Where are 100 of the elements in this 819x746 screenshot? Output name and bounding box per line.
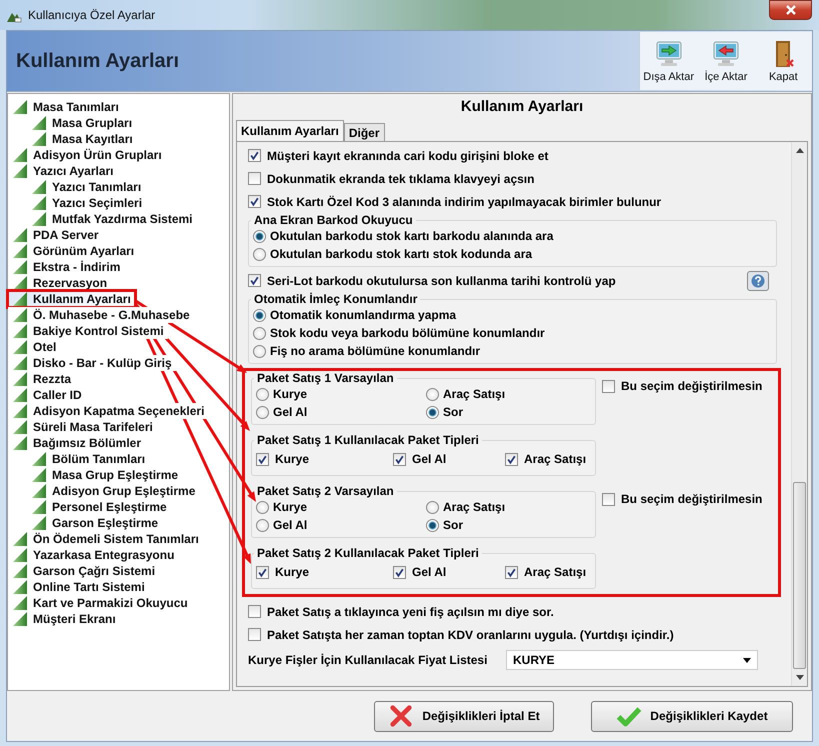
help-button[interactable] — [747, 270, 769, 290]
triangle-icon — [13, 564, 27, 578]
group-title: Otomatik İmleç Konumlandır — [253, 292, 418, 306]
triangle-icon — [13, 404, 27, 418]
radio-label: Otomatik konumlandırma yapma — [270, 308, 456, 322]
checkbox[interactable] — [248, 149, 261, 162]
triangle-icon — [13, 356, 27, 370]
group-title: Paket Satış 1 Kullanılacak Paket Tipleri — [256, 433, 480, 447]
radio-button[interactable] — [253, 248, 266, 260]
scroll-up-icon — [796, 148, 804, 153]
triangle-icon — [13, 308, 27, 322]
checkbox-label: Araç Satışı — [524, 565, 586, 579]
checkbox[interactable] — [248, 274, 261, 287]
radio-button[interactable] — [426, 518, 439, 532]
triangle-icon — [13, 532, 27, 546]
checkbox[interactable] — [505, 452, 518, 466]
triangle-icon — [32, 196, 46, 210]
checkbox[interactable] — [256, 452, 269, 466]
checkbox[interactable] — [393, 566, 406, 578]
scroll-down-icon — [796, 675, 804, 680]
checkbox-label: Kurye — [275, 452, 310, 466]
page-title: Kullanım Ayarları — [15, 50, 180, 72]
field-label: Kurye Fişler İçin Kullanılacak Fiyat Listesi — [248, 653, 488, 667]
group-title: Paket Satış 2 Varsayılan — [256, 484, 395, 498]
triangle-icon — [32, 452, 46, 466]
radio-label: Kurye — [273, 387, 308, 401]
checkbox[interactable] — [602, 492, 615, 506]
checkbox-label: Paket Satışta her zaman toptan KDV oranlarını uygula. (Yurtdışı içindir.) — [267, 628, 674, 642]
radio-button[interactable] — [256, 406, 269, 418]
help-icon — [751, 274, 765, 288]
triangle-icon — [32, 116, 46, 130]
dropdown-field[interactable]: KURYE — [506, 650, 758, 670]
checkbox-label: Kurye — [275, 565, 310, 579]
triangle-icon — [32, 500, 46, 514]
radio-button[interactable] — [253, 344, 266, 358]
panel-title: Kullanım Ayarları — [460, 97, 584, 117]
checkbox-label: Dokunmatik ekranda tek tıklama klavyeyi açsın — [267, 172, 534, 186]
triangle-icon — [32, 180, 46, 194]
triangle-icon — [13, 580, 27, 594]
triangle-icon — [13, 100, 27, 114]
radio-button[interactable] — [256, 388, 269, 400]
radio-button[interactable] — [256, 500, 269, 514]
monitor-arrow-right-icon — [654, 40, 684, 68]
monitor-arrow-left-icon — [710, 40, 741, 68]
radio-label: Okutulan barkodu stok kartı stok kodunda ara — [270, 247, 532, 261]
radio-button[interactable] — [253, 308, 266, 322]
caret-icon — [743, 658, 751, 662]
toolbar-button[interactable]: Dışa Aktar — [640, 32, 698, 90]
group-title: Ana Ekran Barkod Okuyucu — [253, 213, 414, 227]
triangle-icon — [13, 596, 27, 610]
radio-label: Gel Al — [273, 405, 308, 419]
radio-button[interactable] — [426, 500, 439, 514]
scrollbar-thumb[interactable] — [793, 482, 806, 669]
triangle-icon — [13, 420, 27, 434]
checkbox-label: Stok Kartı Özel Kod 3 alanında indirim yapılmayacak birimler bulunur — [267, 194, 662, 208]
group-title: Paket Satış 1 Varsayılan — [256, 371, 395, 385]
checkbox-label: Araç Satışı — [524, 452, 586, 466]
cross-icon — [388, 704, 414, 728]
triangle-icon — [13, 292, 27, 306]
footer-button[interactable]: Değişiklikleri Kaydet — [591, 700, 793, 732]
checkbox[interactable] — [393, 452, 406, 466]
radio-label: Stok kodu veya barkodu bölümüne konumlandır — [270, 326, 545, 340]
toolbar-button[interactable]: İçe Aktar — [697, 32, 755, 90]
triangle-icon — [32, 516, 46, 530]
close-icon — [784, 5, 796, 15]
triangle-icon — [13, 340, 27, 354]
checkbox[interactable] — [248, 605, 261, 618]
checkbox-label: Müşteri kayıt ekranında cari kodu girişini bloke et — [267, 148, 548, 162]
radio-button[interactable] — [426, 406, 439, 418]
checkbox[interactable] — [505, 566, 518, 578]
footer-button[interactable]: Değişiklikleri İptal Et — [374, 700, 554, 732]
toolbar-button[interactable]: Kapat — [754, 32, 812, 90]
checkbox[interactable] — [248, 172, 261, 185]
radio-label: Sor — [443, 405, 464, 419]
triangle-icon — [13, 148, 27, 162]
radio-button[interactable] — [253, 326, 266, 340]
triangle-icon — [13, 548, 27, 562]
triangle-icon — [13, 436, 27, 450]
radio-button[interactable] — [426, 388, 439, 400]
tab[interactable]: Diğer — [344, 123, 384, 141]
triangle-icon — [13, 372, 27, 386]
triangle-icon — [13, 324, 27, 338]
triangle-icon — [13, 260, 27, 274]
triangle-icon — [32, 468, 46, 482]
checkbox-label: Paket Satış a tıklayınca yeni fiş açılsın mı diye sor. — [267, 604, 554, 618]
checkbox-label: Bu seçim değiştirilmesin — [621, 379, 762, 393]
checkbox[interactable] — [256, 566, 269, 578]
radio-label: Araç Satışı — [443, 500, 506, 514]
checkbox[interactable] — [248, 628, 261, 641]
triangle-icon — [13, 228, 27, 242]
radio-label: Gel Al — [273, 518, 308, 532]
checkbox[interactable] — [602, 380, 615, 392]
tab[interactable]: Kullanım Ayarları — [236, 120, 344, 141]
scrollbar[interactable] — [791, 142, 807, 686]
radio-button[interactable] — [253, 230, 266, 242]
radio-button[interactable] — [256, 518, 269, 532]
close-button[interactable] — [769, 0, 812, 20]
triangle-icon — [32, 132, 46, 146]
checkbox[interactable] — [248, 195, 261, 208]
checkbox-label: Seri-Lot barkodu okutulursa son kullanma tarihi kontrolü yap — [267, 274, 616, 288]
